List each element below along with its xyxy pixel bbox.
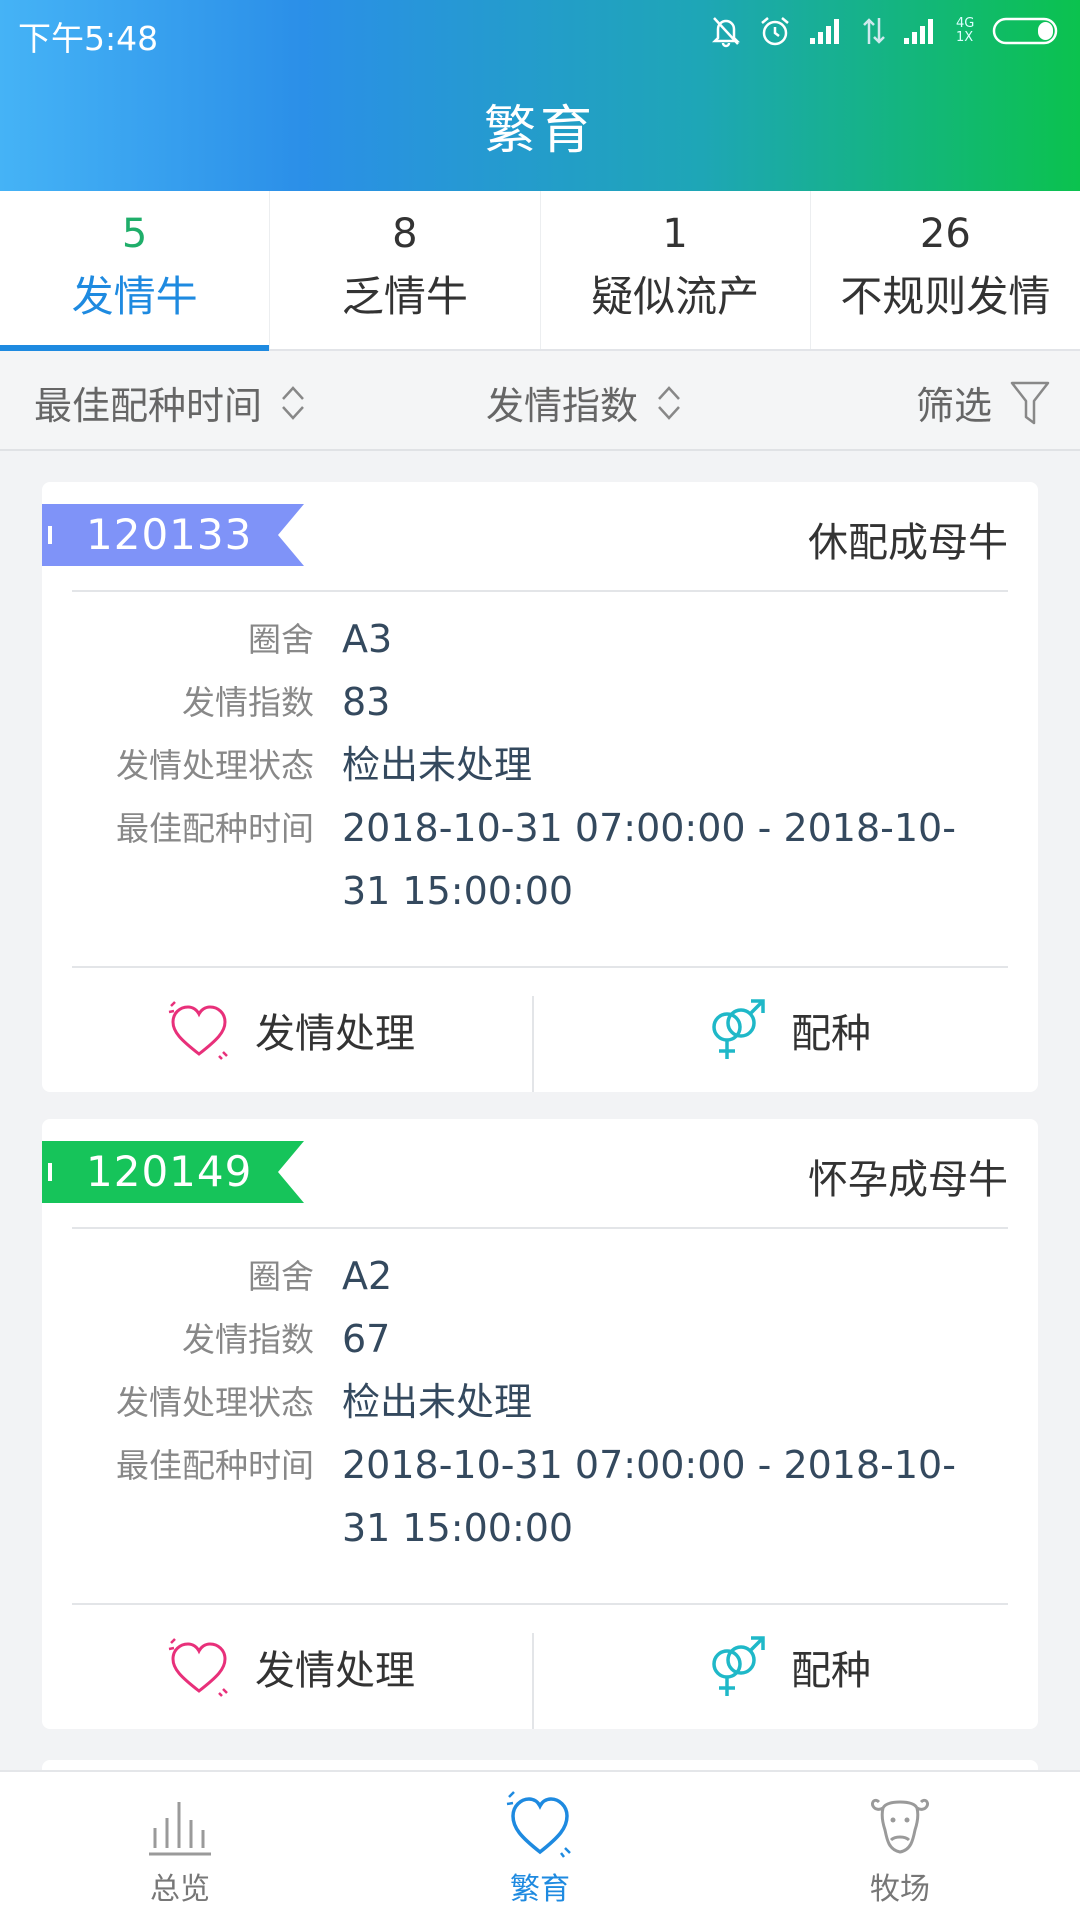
sort-icon bbox=[658, 385, 680, 420]
cow-card[interactable]: 120149 怀孕成母牛 圈舍 A2 发情指数 67 发情处理状态 检出未处理 … bbox=[42, 1119, 1038, 1729]
gender-icon bbox=[712, 1636, 765, 1696]
cow-type: 休配成母牛 bbox=[808, 520, 1008, 566]
estrus-handle-button[interactable]: 发情处理 bbox=[42, 1619, 540, 1715]
tab-count: 8 bbox=[392, 211, 418, 257]
tab-label: 乏情牛 bbox=[341, 272, 468, 321]
network-type: 4G 1X bbox=[956, 16, 975, 45]
battery-icon bbox=[992, 17, 1058, 45]
bottom-navigation: 总览 繁育 牧场 bbox=[0, 1770, 1080, 1920]
pen-label: 圈舍 bbox=[248, 620, 314, 659]
action-label: 发情处理 bbox=[255, 1648, 415, 1694]
status-icons: 4G 1X bbox=[710, 14, 1062, 48]
status-value: 检出未处理 bbox=[342, 1380, 533, 1424]
estrus-index-value: 83 bbox=[342, 680, 391, 724]
sort-filter-bar: 最佳配种时间 发情指数 筛选 bbox=[0, 351, 1080, 451]
cow-id: 120149 bbox=[86, 1147, 253, 1196]
nav-label: 牧场 bbox=[870, 1872, 930, 1907]
data-transfer-icon bbox=[863, 18, 885, 44]
tab-count: 5 bbox=[121, 211, 148, 257]
tab-estrus[interactable]: 5 发情牛 bbox=[0, 191, 271, 351]
cow-card[interactable]: 120133 休配成母牛 圈舍 A3 发情指数 83 发情处理状态 检出未处理 … bbox=[42, 482, 1038, 1092]
sort-label: 最佳配种时间 bbox=[34, 384, 263, 428]
heart-icon bbox=[506, 1791, 571, 1858]
action-separator bbox=[532, 1633, 534, 1729]
pen-value: A3 bbox=[342, 617, 393, 661]
best-time-label: 最佳配种时间 bbox=[116, 1446, 314, 1485]
breed-button[interactable]: 配种 bbox=[540, 1619, 1038, 1715]
category-tabs: 5 发情牛 8 乏情牛 1 疑似流产 26 不规则发情 bbox=[0, 191, 1080, 351]
action-label: 配种 bbox=[791, 1011, 871, 1057]
tab-anestrus[interactable]: 8 乏情牛 bbox=[270, 191, 541, 349]
action-separator bbox=[532, 996, 534, 1092]
mute-bell-icon bbox=[711, 17, 741, 48]
signal-icon bbox=[810, 19, 839, 44]
nav-breeding[interactable]: 繁育 bbox=[360, 1772, 720, 1920]
estrus-handle-button[interactable]: 发情处理 bbox=[42, 982, 540, 1078]
cow-id-tag: 120133 bbox=[42, 504, 304, 566]
heart-icon bbox=[168, 1638, 228, 1697]
status-label: 发情处理状态 bbox=[116, 1383, 314, 1422]
app-header: 下午5:48 4G 1X 繁育 bbox=[0, 0, 1080, 191]
divider bbox=[72, 1603, 1008, 1605]
divider bbox=[72, 590, 1008, 592]
cow-icon bbox=[871, 1798, 929, 1854]
status-time: 下午5:48 bbox=[18, 19, 159, 58]
status-label: 发情处理状态 bbox=[116, 746, 314, 785]
estrus-index-label: 发情指数 bbox=[182, 683, 314, 722]
card-actions: 发情处理 配种 bbox=[42, 982, 1038, 1092]
divider bbox=[72, 966, 1008, 968]
tab-label: 疑似流产 bbox=[591, 272, 760, 321]
sort-label: 发情指数 bbox=[486, 384, 639, 428]
nav-ranch[interactable]: 牧场 bbox=[720, 1772, 1080, 1920]
page-title: 繁育 bbox=[483, 101, 596, 161]
best-time-value: 2018-10-31 07:00:00 - 2018-10-31 15:00:0… bbox=[342, 806, 956, 913]
best-time-label: 最佳配种时间 bbox=[116, 809, 314, 848]
sort-estrus-index-button[interactable]: 发情指数 bbox=[486, 375, 682, 430]
bar-chart-icon bbox=[149, 1802, 211, 1856]
action-label: 配种 bbox=[791, 1648, 871, 1694]
gender-icon bbox=[712, 999, 765, 1059]
cow-id: 120133 bbox=[86, 510, 253, 559]
pen-label: 圈舍 bbox=[248, 1257, 314, 1296]
nav-label: 总览 bbox=[150, 1872, 210, 1907]
heart-icon bbox=[168, 1001, 228, 1060]
nav-label: 繁育 bbox=[510, 1872, 570, 1907]
tab-irregular-estrus[interactable]: 26 不规则发情 bbox=[811, 191, 1080, 349]
pen-value: A2 bbox=[342, 1254, 393, 1298]
sort-best-time-button[interactable]: 最佳配种时间 bbox=[34, 375, 306, 430]
tab-count: 1 bbox=[662, 211, 688, 257]
filter-label: 筛选 bbox=[915, 384, 992, 428]
cow-id-tag: 120149 bbox=[42, 1141, 304, 1203]
divider bbox=[72, 1227, 1008, 1229]
tab-label: 不规则发情 bbox=[840, 272, 1051, 321]
estrus-index-value: 67 bbox=[342, 1317, 391, 1361]
estrus-index-label: 发情指数 bbox=[182, 1320, 314, 1359]
alarm-icon bbox=[761, 17, 789, 46]
tab-label: 发情牛 bbox=[71, 272, 198, 321]
tab-count: 26 bbox=[919, 211, 971, 257]
filter-button[interactable]: 筛选 bbox=[916, 375, 1050, 430]
breed-button[interactable]: 配种 bbox=[540, 982, 1038, 1078]
sort-icon bbox=[282, 385, 304, 420]
status-bar: 下午5:48 4G 1X bbox=[0, 0, 1080, 60]
filter-icon bbox=[1010, 381, 1050, 424]
nav-overview[interactable]: 总览 bbox=[0, 1772, 360, 1920]
status-value: 检出未处理 bbox=[342, 743, 533, 787]
tab-suspected-abortion[interactable]: 1 疑似流产 bbox=[541, 191, 811, 349]
action-label: 发情处理 bbox=[255, 1011, 415, 1057]
best-time-value: 2018-10-31 07:00:00 - 2018-10-31 15:00:0… bbox=[342, 1443, 956, 1550]
card-actions: 发情处理 配种 bbox=[42, 1619, 1038, 1729]
cow-type: 怀孕成母牛 bbox=[808, 1157, 1008, 1203]
signal-2-icon bbox=[904, 19, 933, 44]
